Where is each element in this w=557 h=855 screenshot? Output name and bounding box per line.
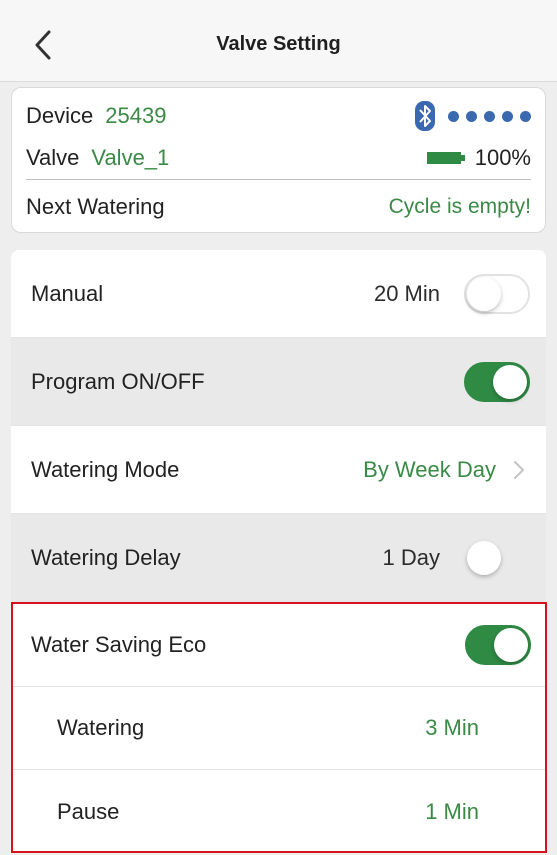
- program-toggle[interactable]: [464, 361, 530, 402]
- device-label: Device: [26, 103, 94, 128]
- eco-pause-value: 1 Min: [425, 798, 479, 824]
- battery-status: 100%: [426, 145, 531, 171]
- next-watering-value: Cycle is empty!: [388, 195, 531, 218]
- battery-percent: 100%: [474, 145, 531, 170]
- next-watering-label: Next Watering: [26, 194, 165, 219]
- nav-header: Valve Setting: [0, 0, 557, 82]
- eco-watering-value: 3 Min: [425, 715, 479, 740]
- device-row: Device 25439: [26, 96, 531, 136]
- watering-mode-value: By Week Day: [363, 456, 496, 482]
- device-id: 25439: [105, 103, 167, 128]
- manual-label: Manual: [31, 280, 104, 306]
- manual-duration: 20 Min: [373, 280, 440, 306]
- program-row: Program ON/OFF: [11, 338, 546, 426]
- valve-row: Valve Valve_1 100%: [26, 140, 531, 176]
- watering-delay-value: 1 Day: [382, 544, 440, 570]
- eco-toggle-row: Water Saving Eco: [13, 604, 545, 687]
- eco-pause-label: Pause: [57, 798, 120, 824]
- watering-mode-row[interactable]: Watering Mode By Week Day: [11, 426, 546, 514]
- next-watering-row: Next Watering Cycle is empty!: [26, 188, 531, 226]
- eco-label: Water Saving Eco: [31, 632, 207, 657]
- valve-label: Valve: [26, 145, 80, 170]
- device-info-card: Device 25439 Valve Valve_1 100% Next Wat…: [11, 87, 546, 233]
- connection-status: [415, 101, 531, 131]
- bluetooth-icon: [415, 101, 435, 131]
- water-saving-eco-group: Water Saving Eco Watering 3 Min Pause 1 …: [11, 602, 547, 853]
- signal-dots-icon: [441, 110, 531, 122]
- eco-watering-label: Watering: [57, 715, 145, 740]
- valve-name: Valve_1: [91, 145, 170, 170]
- chevron-right-icon: [514, 460, 524, 479]
- manual-toggle[interactable]: [464, 273, 530, 314]
- battery-icon: [426, 152, 465, 164]
- card-divider: [26, 179, 531, 180]
- eco-toggle[interactable]: [465, 625, 531, 665]
- watering-delay-label: Watering Delay: [31, 544, 181, 570]
- settings-list: Manual 20 Min Program ON/OFF Watering Mo…: [11, 250, 546, 602]
- eco-pause-row[interactable]: Pause 1 Min: [13, 770, 545, 853]
- watering-mode-label: Watering Mode: [31, 456, 180, 482]
- program-label: Program ON/OFF: [31, 368, 205, 394]
- watering-delay-toggle[interactable]: [464, 538, 530, 578]
- eco-watering-row[interactable]: Watering 3 Min: [13, 687, 545, 770]
- manual-row[interactable]: Manual 20 Min: [11, 250, 546, 338]
- valve-setting-screen: Valve Setting Device 25439 Valve Valve_1: [0, 0, 557, 855]
- page-title: Valve Setting: [216, 33, 341, 55]
- watering-delay-row[interactable]: Watering Delay 1 Day: [11, 514, 546, 602]
